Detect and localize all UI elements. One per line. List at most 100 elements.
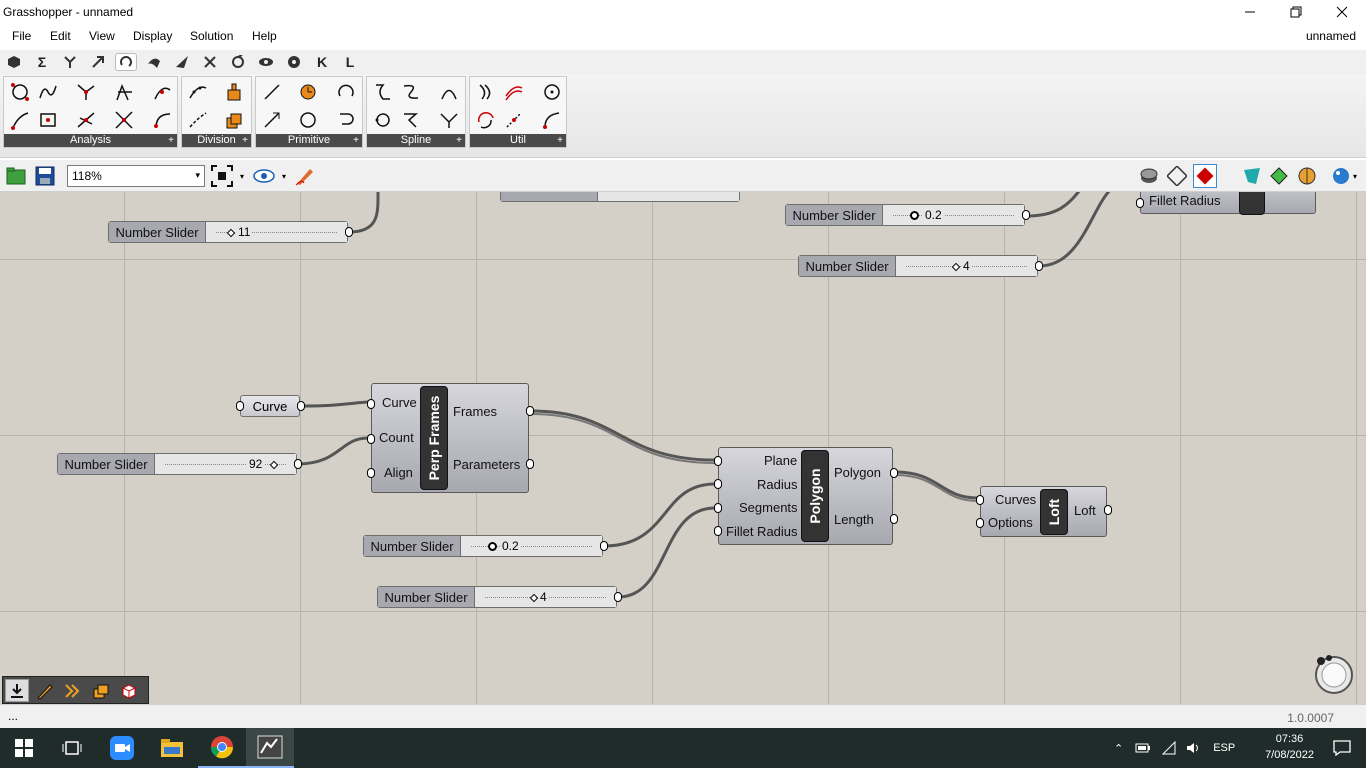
menu-edit[interactable]: Edit [50,29,71,43]
evaluate-curve-icon[interactable] [8,108,32,132]
clock[interactable]: 07:36 7/08/2022 [1265,731,1314,763]
display-options-arrow[interactable]: ▾ [1353,172,1357,181]
input-port[interactable] [236,401,244,411]
slider-grip[interactable] [910,211,919,220]
preview-selected-button[interactable] [1240,164,1264,188]
open-button[interactable] [4,164,28,188]
output-port[interactable] [600,541,608,551]
close-button[interactable] [1319,0,1365,24]
minimize-button[interactable] [1227,0,1273,24]
join-curves-icon[interactable] [474,108,498,132]
closest-point-icon[interactable] [74,80,98,104]
arc-sed-icon[interactable] [334,108,358,132]
discontinuity-icon[interactable] [112,80,136,104]
battery-icon[interactable] [1135,742,1151,754]
bezier-span-icon[interactable] [371,80,395,104]
tab-surface[interactable] [143,53,165,71]
bake-tool-button[interactable] [61,679,85,702]
output-port[interactable] [1035,261,1043,271]
volume-icon[interactable] [1185,741,1201,755]
canvas-compass-widget[interactable] [1313,654,1355,696]
kinky-curve-icon[interactable] [437,108,461,132]
sketch-button[interactable] [293,164,317,188]
preview-wire-button[interactable] [1165,164,1189,188]
preview-none-button[interactable] [1137,164,1161,188]
menu-file[interactable]: File [12,29,31,43]
preview-material-button[interactable] [1295,164,1319,188]
circle-cnr-icon[interactable] [296,80,320,104]
fillet-icon[interactable] [502,80,526,104]
preview-menu-arrow[interactable]: ▾ [282,172,286,181]
explode-icon[interactable] [502,108,526,132]
input-port-plane[interactable] [714,456,722,466]
perp-frames-component[interactable]: Curve Count Align Perp Frames Frames Par… [367,383,534,493]
end-points-icon[interactable] [150,80,174,104]
box-tool-button[interactable] [117,679,141,702]
slider-track[interactable]: 4 [896,256,1037,276]
rhino-taskbar-button[interactable] [246,728,294,768]
polygon-component[interactable]: Plane Radius Segments Fillet Radius Poly… [714,447,898,545]
offset-curve-icon[interactable] [474,80,498,104]
tab-kangaroo[interactable]: K [311,53,333,71]
task-view-button[interactable] [48,728,96,768]
zoom-extents-button[interactable] [210,164,234,188]
network-icon[interactable] [1161,741,1177,755]
output-port-polygon[interactable] [890,468,898,478]
polyline-icon[interactable] [371,108,395,132]
input-port-options[interactable] [976,518,984,528]
slider-grip[interactable] [529,593,539,603]
input-port-radius[interactable] [714,479,722,489]
slider-grip[interactable] [226,228,236,238]
layers-tool-button[interactable] [89,679,113,702]
number-slider-4[interactable]: Number Slider 4 [377,586,622,608]
tab-ladybug[interactable]: L [339,53,361,71]
zoom-combobox[interactable]: 118% ▾ [67,165,205,187]
tab-sets[interactable] [59,53,81,71]
line-sdl-icon[interactable] [260,108,284,132]
pencil-tool-button[interactable] [33,679,57,702]
restore-button[interactable] [1273,0,1319,24]
tab-display[interactable] [255,53,277,71]
preview-shaded-button[interactable] [1193,164,1217,188]
output-port-frames[interactable] [526,406,534,416]
display-options-button[interactable] [1329,164,1353,188]
nurbs-curve-icon[interactable] [399,80,423,104]
shatter-icon[interactable] [222,108,246,132]
slider-track[interactable]: 11 [206,222,347,242]
menu-view[interactable]: View [89,29,115,43]
panel-label-division[interactable]: Division + [182,134,251,147]
tangent-curve-icon[interactable] [399,108,423,132]
output-port-length[interactable] [890,514,898,524]
language-indicator[interactable]: ESP [1213,742,1235,754]
contour-icon[interactable] [222,80,246,104]
chrome-button[interactable] [198,728,246,768]
input-port-count[interactable] [367,434,375,444]
tab-curve[interactable] [115,53,137,71]
panel-label-analysis[interactable]: Analysis + [4,134,177,147]
polygon-center-icon[interactable] [36,108,60,132]
menu-solution[interactable]: Solution [190,29,233,43]
curve-frame-icon[interactable] [150,108,174,132]
number-slider-partial[interactable] [500,192,740,202]
tab-transform[interactable] [227,53,249,71]
input-port-fillet-radius[interactable] [714,526,722,536]
deconstruct-icon[interactable] [74,108,98,132]
divide-curve-icon[interactable] [186,80,210,104]
slider-track[interactable]: 92 [155,454,296,474]
tab-rhino[interactable] [283,53,305,71]
curve-analysis-icon[interactable] [8,80,32,104]
curve-param[interactable]: Curve [236,395,305,417]
menu-display[interactable]: Display [133,29,172,43]
zoom-app-button[interactable] [98,728,146,768]
tab-intersect[interactable] [199,53,221,71]
grasshopper-canvas[interactable]: Number Slider 11 Number Slider 0.2 Numbe… [0,192,1366,704]
tab-vector[interactable] [87,53,109,71]
loft-component[interactable]: Curves Options Loft Loft [976,486,1112,537]
menu-help[interactable]: Help [252,29,277,43]
notifications-button[interactable] [1318,728,1366,768]
start-button[interactable] [0,728,48,768]
input-port-align[interactable] [367,468,375,478]
curvature-icon[interactable] [36,80,60,104]
file-explorer-button[interactable] [148,728,196,768]
divide-distance-icon[interactable] [186,108,210,132]
